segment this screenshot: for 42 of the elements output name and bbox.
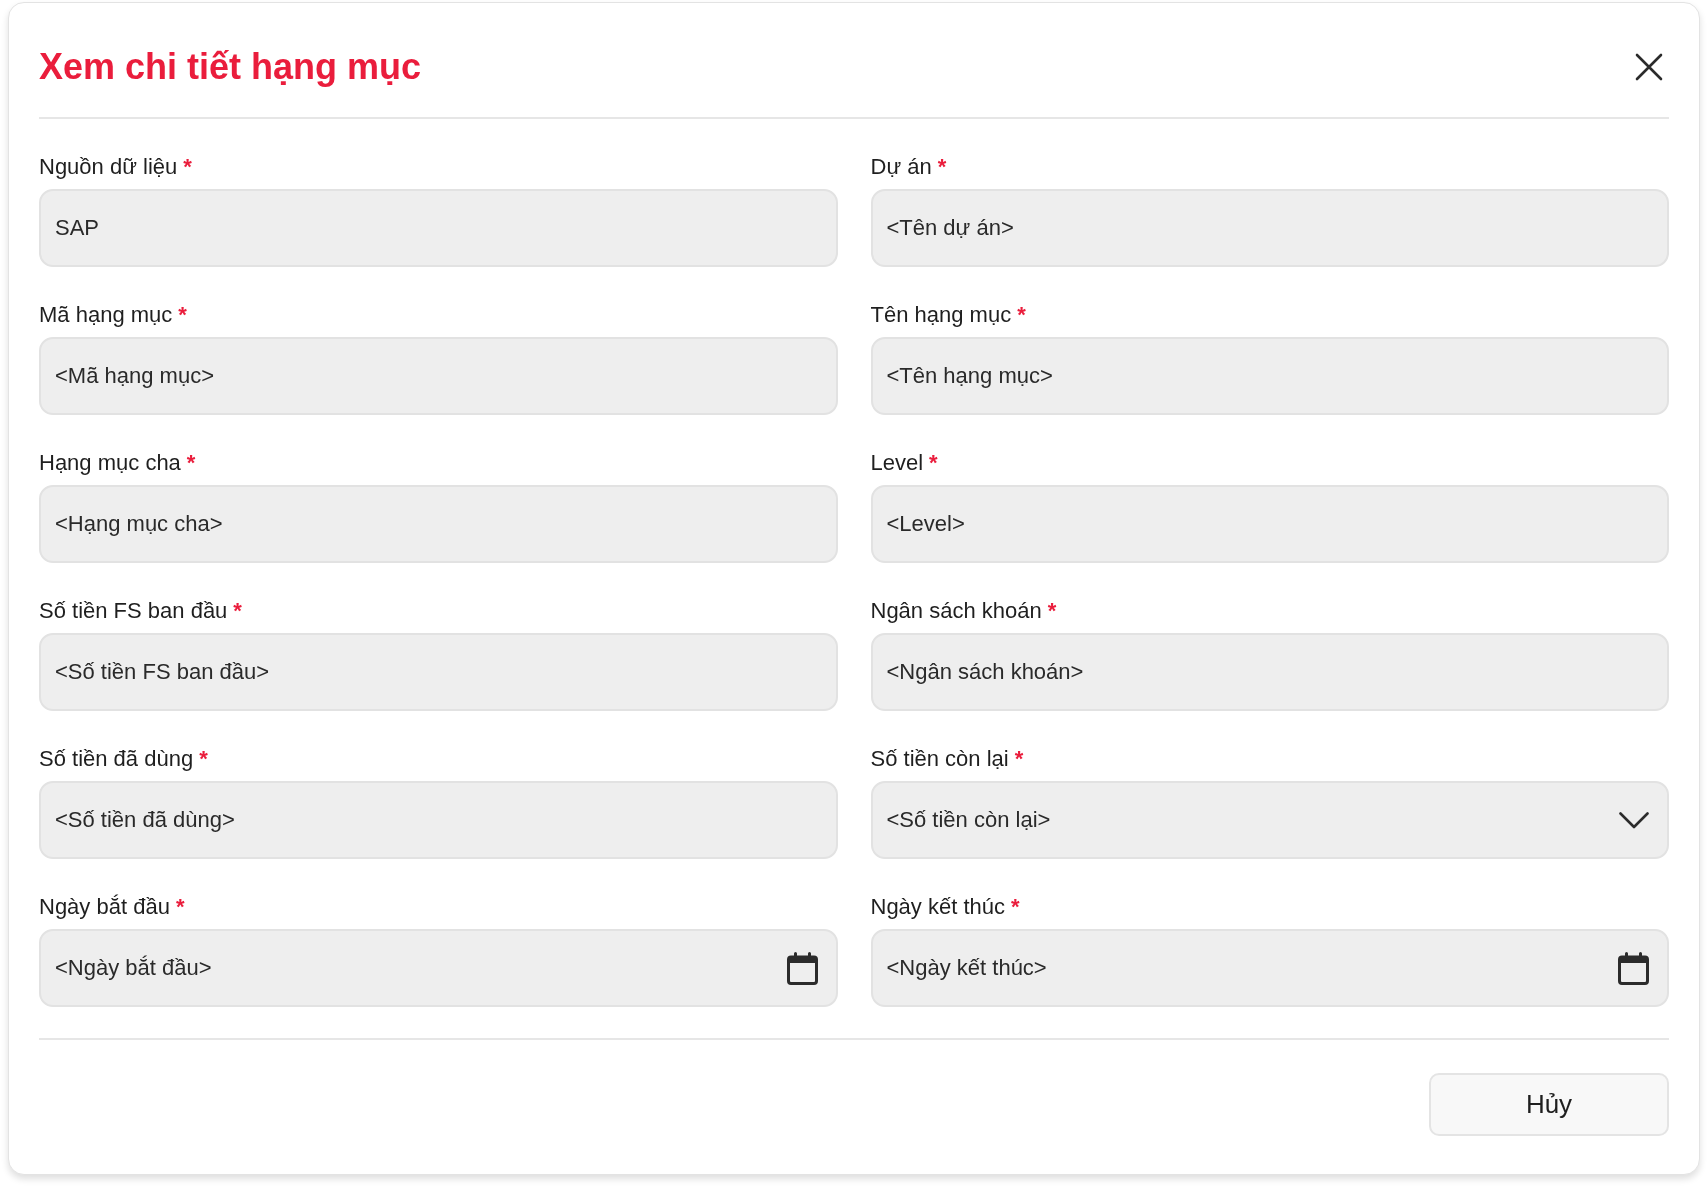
required-mark: *: [929, 450, 938, 476]
field-label: Nguồn dữ liệu: [39, 154, 178, 180]
input-field[interactable]: <Mã hạng mục>: [39, 337, 838, 415]
required-mark: *: [175, 894, 185, 920]
field-label: Level: [870, 450, 924, 476]
field-label: Số tiền FS ban đầu: [39, 598, 228, 624]
field-label: Hạng mục cha: [39, 450, 181, 476]
field-label: Số tiền đã dùng: [39, 746, 194, 772]
required-mark: *: [1047, 598, 1057, 624]
field-label: Mã hạng mục: [39, 302, 173, 328]
required-mark: *: [1014, 746, 1024, 772]
input-field[interactable]: <Ngân sách khoán>: [870, 633, 1669, 711]
field-label: Ngân sách khoán: [870, 598, 1042, 624]
input-field[interactable]: <Level>: [870, 485, 1669, 563]
required-mark: *: [233, 598, 242, 624]
input-field[interactable]: <Hạng mục cha>: [39, 485, 838, 563]
required-mark: *: [937, 154, 947, 180]
cancel-button[interactable]: Hủy: [1429, 1073, 1669, 1136]
required-mark: *: [1011, 894, 1020, 920]
field-label: Dự án: [870, 154, 932, 180]
required-mark: *: [199, 746, 208, 772]
input-field[interactable]: <Số tiền đã dùng>: [39, 781, 838, 859]
field-label: Tên hạng mục: [870, 302, 1012, 328]
input-field[interactable]: <Số tiền FS ban đầu>: [39, 633, 838, 711]
close-icon: [1635, 53, 1663, 81]
calendar-icon: [1618, 951, 1649, 985]
input-field[interactable]: <Tên hạng mục>: [870, 337, 1669, 415]
date-field[interactable]: <Ngày bắt đầu>: [39, 929, 838, 1007]
required-mark: *: [178, 302, 187, 328]
field-label: Số tiền còn lại: [870, 746, 1009, 772]
required-mark: *: [183, 154, 192, 180]
input-field[interactable]: SAP: [39, 189, 838, 267]
dropdown-field[interactable]: <Số tiền còn lại>: [870, 781, 1669, 859]
field-label: Ngày kết thúc: [870, 894, 1005, 920]
dialog-title: Xem chi tiết hạng mục: [39, 46, 422, 88]
date-field[interactable]: <Ngày kết thúc>: [870, 929, 1669, 1007]
chevron-down-icon: [1619, 811, 1649, 829]
input-field[interactable]: <Tên dự án>: [870, 189, 1669, 267]
required-mark: *: [186, 450, 196, 476]
field-label: Ngày bắt đầu: [39, 894, 170, 920]
required-mark: *: [1017, 302, 1026, 328]
calendar-icon: [786, 951, 818, 985]
